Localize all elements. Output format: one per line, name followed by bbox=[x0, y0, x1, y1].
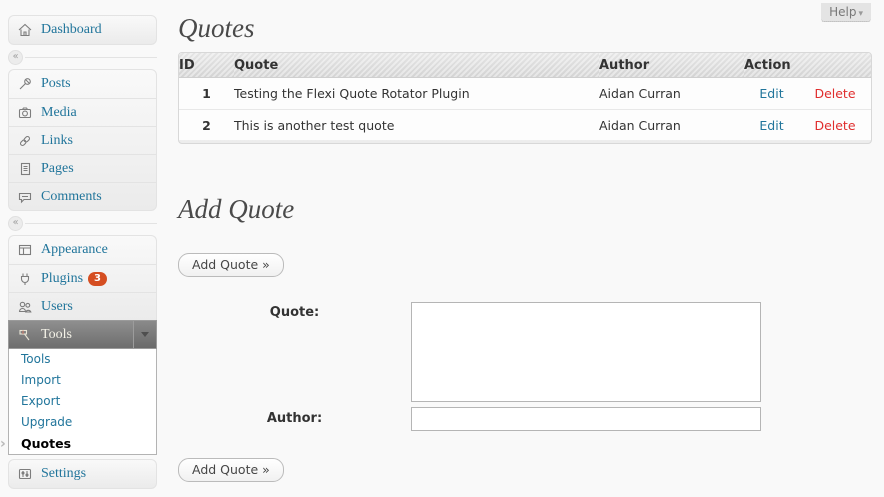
menu-separator: « bbox=[8, 50, 157, 65]
add-quote-button-bottom[interactable]: Add Quote » bbox=[178, 458, 284, 482]
menu-separator: « bbox=[8, 216, 157, 231]
column-header-id: ID bbox=[179, 53, 234, 78]
hammer-icon bbox=[16, 327, 33, 343]
chevron-down-icon bbox=[141, 332, 149, 337]
sidebar-item-tools-open[interactable]: Tools bbox=[8, 320, 157, 349]
sidebar-item-links[interactable]: Links bbox=[9, 126, 156, 154]
column-header-quote: Quote bbox=[234, 53, 599, 78]
sidebar-item-users[interactable]: Users bbox=[9, 292, 156, 320]
settings-menu-box: Settings bbox=[8, 459, 157, 489]
users-icon bbox=[16, 299, 33, 315]
sidebar-item-label: Tools bbox=[41, 327, 72, 343]
sidebar-item-comments[interactable]: Comments bbox=[9, 182, 156, 210]
content-menu-box: Posts Media Links Pages Comments bbox=[8, 69, 157, 211]
layout-icon bbox=[16, 242, 33, 258]
sidebar-item-media[interactable]: Media bbox=[9, 98, 156, 126]
speech-bubble-icon bbox=[16, 189, 33, 205]
submenu-item-quotes-current[interactable]: › Quotes bbox=[9, 433, 156, 454]
sidebar-item-label: Posts bbox=[41, 76, 71, 92]
edit-link[interactable]: Edit bbox=[759, 118, 783, 133]
sidebar-item-label: Media bbox=[41, 105, 77, 121]
separator-line bbox=[25, 223, 157, 224]
delete-link[interactable]: Delete bbox=[814, 86, 855, 101]
sidebar-item-label: Settings bbox=[41, 466, 86, 482]
main-content: Quotes ID Quote Author Action 1 Testing … bbox=[178, 0, 872, 482]
table-header-row: ID Quote Author Action bbox=[179, 53, 871, 78]
quote-author: Aidan Curran bbox=[599, 78, 744, 109]
table-row: 2 This is another test quote Aidan Curra… bbox=[179, 109, 871, 140]
quote-textarea[interactable] bbox=[411, 302, 761, 402]
quotes-table: ID Quote Author Action 1 Testing the Fle… bbox=[179, 53, 871, 140]
dashboard-menu-box: Dashboard bbox=[8, 15, 157, 45]
quote-id: 2 bbox=[179, 109, 234, 140]
author-form-row: Author: bbox=[178, 407, 872, 431]
submenu-item-tools[interactable]: Tools bbox=[9, 349, 156, 370]
edit-link[interactable]: Edit bbox=[759, 86, 783, 101]
quotes-table-container: ID Quote Author Action 1 Testing the Fle… bbox=[178, 52, 872, 144]
add-quote-button-top[interactable]: Add Quote » bbox=[178, 253, 284, 277]
quote-author: Aidan Curran bbox=[599, 109, 744, 140]
author-input[interactable] bbox=[411, 407, 761, 431]
camera-icon bbox=[16, 105, 33, 121]
sidebar-item-pages[interactable]: Pages bbox=[9, 154, 156, 182]
menu-toggle-arrow[interactable] bbox=[133, 321, 156, 348]
sidebar-item-label: Comments bbox=[41, 189, 102, 205]
column-header-action: Action bbox=[744, 53, 871, 78]
quote-form-row: Quote: bbox=[178, 302, 872, 402]
sidebar-item-label: Appearance bbox=[41, 242, 108, 258]
collapse-menu-icon[interactable]: « bbox=[8, 216, 23, 231]
sidebar-item-dashboard[interactable]: Dashboard bbox=[9, 16, 156, 44]
sidebar-item-settings[interactable]: Settings bbox=[9, 460, 156, 488]
sidebar-item-label: Users bbox=[41, 299, 73, 315]
sidebar-item-label: Plugins bbox=[41, 271, 83, 287]
settings-sliders-icon bbox=[16, 466, 33, 482]
delete-link[interactable]: Delete bbox=[814, 118, 855, 133]
sidebar-item-appearance[interactable]: Appearance bbox=[9, 236, 156, 264]
home-icon bbox=[16, 22, 33, 38]
column-header-author: Author bbox=[599, 53, 744, 78]
quote-id: 1 bbox=[179, 78, 234, 109]
sidebar-item-label: Links bbox=[41, 133, 73, 149]
sidebar-item-label: Dashboard bbox=[41, 22, 102, 38]
pushpin-icon bbox=[16, 76, 33, 92]
quote-field-label: Quote: bbox=[178, 302, 411, 402]
sidebar-item-label: Pages bbox=[41, 161, 74, 177]
add-quote-section-title: Add Quote bbox=[178, 194, 872, 225]
collapse-menu-icon[interactable]: « bbox=[8, 50, 23, 65]
quote-text: This is another test quote bbox=[234, 109, 599, 140]
admin-menu-box: Appearance Plugins 3 Users bbox=[8, 235, 157, 320]
submenu-item-import[interactable]: Import bbox=[9, 370, 156, 391]
chain-link-icon bbox=[16, 133, 33, 149]
table-row: 1 Testing the Flexi Quote Rotator Plugin… bbox=[179, 78, 871, 109]
admin-sidebar: Dashboard « Posts Media Links bbox=[8, 0, 157, 489]
quote-text: Testing the Flexi Quote Rotator Plugin bbox=[234, 78, 599, 109]
document-icon bbox=[16, 161, 33, 177]
separator-line bbox=[25, 57, 157, 58]
plugins-update-badge: 3 bbox=[88, 272, 107, 286]
page-title: Quotes bbox=[178, 13, 872, 44]
current-item-pointer-icon: › bbox=[0, 434, 6, 455]
submenu-item-upgrade[interactable]: Upgrade bbox=[9, 412, 156, 433]
sidebar-item-plugins[interactable]: Plugins 3 bbox=[9, 264, 156, 292]
sidebar-item-posts[interactable]: Posts bbox=[9, 70, 156, 98]
submenu-item-export[interactable]: Export bbox=[9, 391, 156, 412]
tools-submenu: Tools Import Export Upgrade › Quotes bbox=[8, 349, 157, 455]
author-field-label: Author: bbox=[178, 407, 411, 431]
submenu-item-label: Quotes bbox=[21, 436, 71, 451]
plug-icon bbox=[16, 271, 33, 287]
